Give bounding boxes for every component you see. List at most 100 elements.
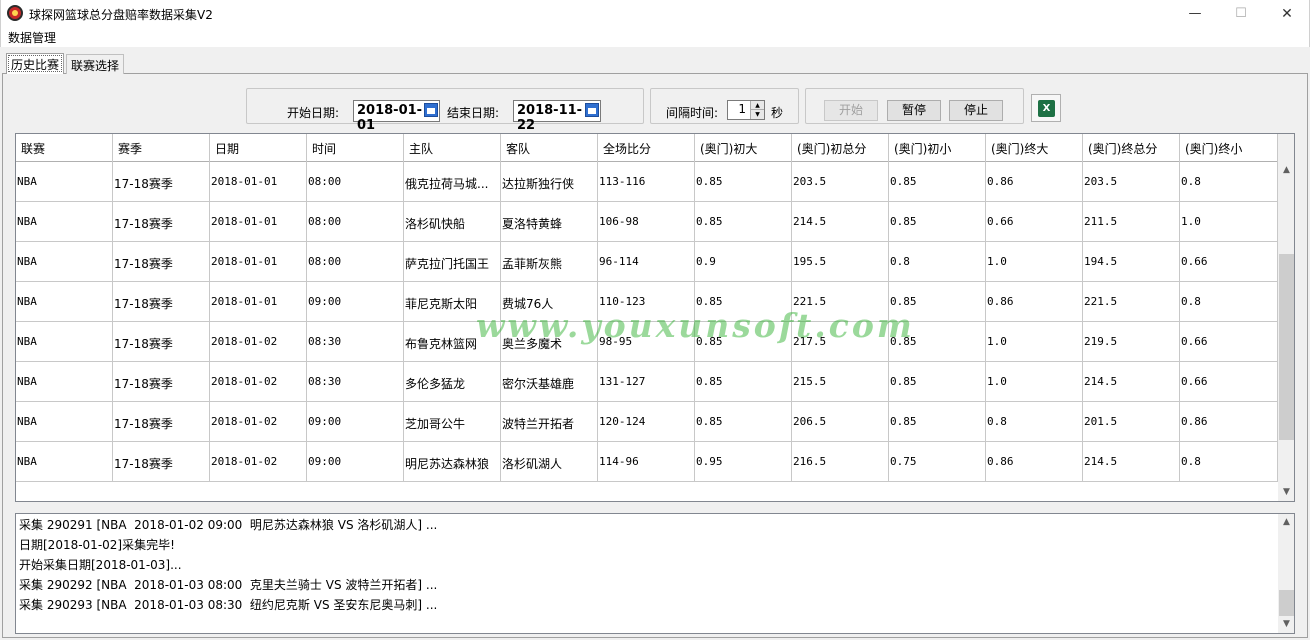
table-row[interactable]: NBA 17-18赛季 2018-01-02 09:00 明尼苏达森林狼 洛杉矶湖人 114…	[16, 442, 1278, 482]
interval-stepper[interactable]: 1 ▲ ▼	[727, 100, 765, 120]
tab-league-select[interactable]: 联赛选择	[66, 54, 125, 74]
calendar-icon[interactable]	[585, 103, 599, 117]
table-cell: NBA	[16, 442, 113, 482]
column-header[interactable]: (奥门)终小	[1180, 134, 1278, 162]
table-cell: 孟菲斯灰熊	[501, 242, 598, 282]
table-cell: 0.85	[889, 362, 986, 402]
log-line: 采集 290293 [NBA 2018-01-03 08:30 纽约尼克斯 VS…	[19, 598, 438, 612]
table-cell: 17-18赛季	[113, 282, 210, 322]
stop-button[interactable]: 停止	[949, 100, 1003, 121]
table-cell: 0.8	[1180, 162, 1278, 202]
table-row[interactable]: NBA 17-18赛季 2018-01-01 08:00 萨克拉门托国王 孟菲斯灰熊 96-…	[16, 242, 1278, 282]
table-cell: 0.8	[986, 402, 1083, 442]
scroll-up-icon[interactable]: ▲	[1278, 162, 1294, 179]
table-cell: 17-18赛季	[113, 242, 210, 282]
table-cell: 0.86	[986, 442, 1083, 482]
table-cell: 08:00	[307, 242, 404, 282]
column-header[interactable]: (奥门)终总分	[1083, 134, 1180, 162]
stepper-up-icon[interactable]: ▲	[751, 101, 764, 110]
end-date-picker[interactable]: 2018-11-22	[513, 100, 601, 133]
table-cell: 0.66	[1180, 322, 1278, 362]
table-row[interactable]: NBA 17-18赛季 2018-01-01 08:00 俄克拉荷马城... 达拉斯独行侠…	[16, 162, 1278, 202]
table-cell: 17-18赛季	[113, 322, 210, 362]
table-cell: NBA	[16, 162, 113, 202]
table-cell: 195.5	[792, 242, 889, 282]
title-bar: 球探网篮球总分盘赔率数据采集V2 — ☐ ✕	[0, 0, 1310, 27]
table-cell: 0.95	[695, 442, 792, 482]
export-excel-button[interactable]: X	[1031, 94, 1061, 122]
table-cell: 17-18赛季	[113, 162, 210, 202]
table-cell: 芝加哥公牛	[404, 402, 501, 442]
table-cell: 09:00	[307, 402, 404, 442]
scroll-down-icon[interactable]: ▼	[1278, 484, 1294, 501]
maximize-button[interactable]: ☐	[1218, 0, 1264, 27]
table-cell: 206.5	[792, 402, 889, 442]
table-cell: 1.0	[986, 362, 1083, 402]
column-header[interactable]: (奥门)终大	[986, 134, 1083, 162]
tab-history[interactable]: 历史比赛	[6, 53, 65, 74]
calendar-icon[interactable]	[424, 103, 438, 117]
interval-unit: 秒	[771, 106, 784, 120]
table-cell: 夏洛特黄蜂	[501, 202, 598, 242]
table-cell: 0.85	[695, 162, 792, 202]
scroll-up-icon[interactable]: ▲	[1278, 514, 1294, 531]
window-title: 球探网篮球总分盘赔率数据采集V2	[29, 8, 213, 22]
scroll-thumb[interactable]	[1279, 590, 1294, 616]
table-cell: 08:30	[307, 322, 404, 362]
scroll-thumb[interactable]	[1279, 254, 1294, 440]
menu-data-management[interactable]: 数据管理	[8, 29, 56, 46]
table-cell: 洛杉矶湖人	[501, 442, 598, 482]
start-date-label: 开始日期:	[287, 106, 340, 120]
log-scrollbar[interactable]: ▲ ▼	[1278, 514, 1294, 633]
table-cell: 0.8	[889, 242, 986, 282]
table-cell: NBA	[16, 402, 113, 442]
column-header[interactable]: 联赛	[16, 134, 113, 162]
table-cell: 2018-01-02	[210, 442, 307, 482]
table-cell: 194.5	[1083, 242, 1180, 282]
table-cell: 17-18赛季	[113, 202, 210, 242]
log-line: 采集 290292 [NBA 2018-01-03 08:00 克里夫兰骑士 V…	[19, 578, 438, 592]
table-cell: 221.5	[1083, 282, 1180, 322]
grid-header: 联赛 赛季 日期 时间 主队 客队 全场比分 (奥门)初大 (奥门)初总分 (奥门)初小 (奥门)终…	[16, 134, 1278, 162]
table-cell: 219.5	[1083, 322, 1180, 362]
column-header[interactable]: (奥门)初小	[889, 134, 986, 162]
column-header[interactable]: (奥门)初大	[695, 134, 792, 162]
scroll-down-icon[interactable]: ▼	[1278, 616, 1294, 633]
table-row[interactable]: NBA 17-18赛季 2018-01-02 09:00 芝加哥公牛 波特兰开拓者 120-…	[16, 402, 1278, 442]
column-header[interactable]: 全场比分	[598, 134, 695, 162]
column-header[interactable]: 日期	[210, 134, 307, 162]
table-cell: NBA	[16, 202, 113, 242]
table-cell: 214.5	[792, 202, 889, 242]
column-header[interactable]: 客队	[501, 134, 598, 162]
table-cell: 214.5	[1083, 362, 1180, 402]
table-cell: 2018-01-02	[210, 322, 307, 362]
table-cell: NBA	[16, 282, 113, 322]
start-date-picker[interactable]: 2018-01-01	[353, 100, 440, 133]
table-cell: 明尼苏达森林狼	[404, 442, 501, 482]
table-cell: 113-116	[598, 162, 695, 202]
minimize-button[interactable]: —	[1172, 0, 1218, 27]
column-header[interactable]: 时间	[307, 134, 404, 162]
start-button[interactable]: 开始	[824, 100, 878, 121]
column-header[interactable]: 赛季	[113, 134, 210, 162]
table-cell: NBA	[16, 242, 113, 282]
table-cell: 2018-01-02	[210, 402, 307, 442]
log-output[interactable]: 采集 290291 [NBA 2018-01-02 09:00 明尼苏达森林狼 …	[15, 513, 1295, 634]
table-cell: 0.85	[695, 362, 792, 402]
table-row[interactable]: NBA 17-18赛季 2018-01-01 08:00 洛杉矶快船 夏洛特黄蜂 106-9…	[16, 202, 1278, 242]
table-cell: 215.5	[792, 362, 889, 402]
table-cell: 0.85	[889, 162, 986, 202]
table-cell: 0.86	[986, 282, 1083, 322]
table-cell: 203.5	[792, 162, 889, 202]
table-cell: 08:00	[307, 162, 404, 202]
table-cell: 1.0	[986, 242, 1083, 282]
column-header[interactable]: (奥门)初总分	[792, 134, 889, 162]
table-row[interactable]: NBA 17-18赛季 2018-01-02 08:30 多伦多猛龙 密尔沃基雄鹿 131-…	[16, 362, 1278, 402]
table-cell: 1.0	[986, 322, 1083, 362]
grid-scrollbar[interactable]: ▲ ▼	[1278, 134, 1294, 501]
column-header[interactable]: 主队	[404, 134, 501, 162]
stepper-down-icon[interactable]: ▼	[751, 110, 764, 119]
close-button[interactable]: ✕	[1264, 0, 1310, 27]
app-logo-icon	[7, 5, 23, 21]
pause-button[interactable]: 暂停	[887, 100, 941, 121]
